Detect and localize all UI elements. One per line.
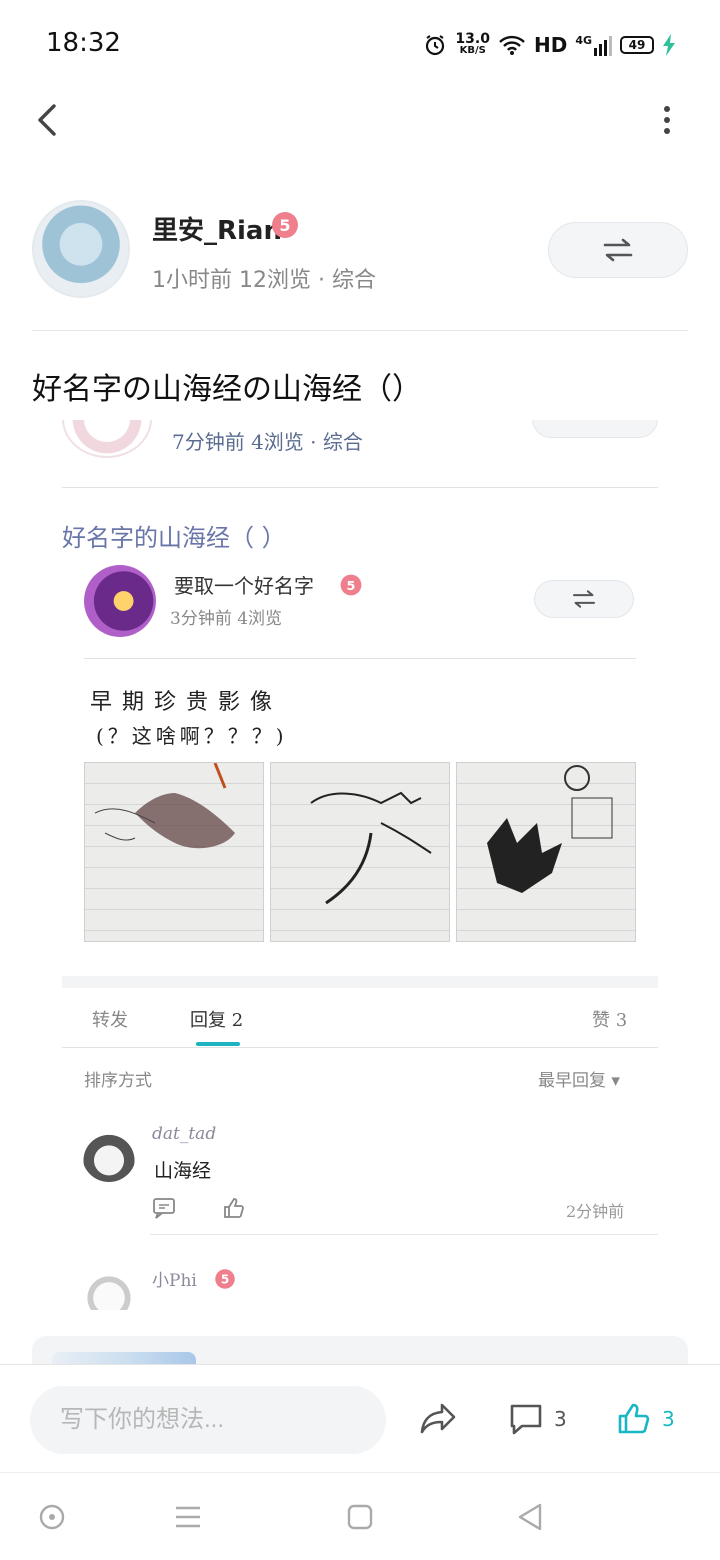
embed-text-line: (？这啥啊？？？) <box>96 724 288 748</box>
status-time: 18:32 <box>46 28 121 58</box>
menu-icon <box>176 1506 200 1528</box>
battery-level: 49 <box>628 38 646 52</box>
net-speed-value: 13.0 <box>455 31 490 47</box>
embed-tab-reply: 回复 2 <box>190 1010 244 1031</box>
divider <box>62 487 658 488</box>
triangle-back-icon <box>518 1503 542 1531</box>
embed-repost-button <box>532 420 658 438</box>
comment-icon <box>153 1198 175 1219</box>
author-avatar[interactable] <box>32 200 130 298</box>
comment-user: dat_tad <box>152 1124 217 1144</box>
chevron-left-icon <box>38 104 56 136</box>
net-speed: 13.0 KB/S <box>455 31 490 57</box>
caret-down-icon: ▾ <box>611 1071 620 1091</box>
comment-avatar <box>82 1128 136 1182</box>
share-icon <box>420 1403 456 1434</box>
swap-icon <box>573 590 595 608</box>
embed-tab-forward: 转发 <box>92 1010 128 1031</box>
swap-icon <box>603 238 633 262</box>
comment-button[interactable]: 3 <box>508 1399 567 1439</box>
comment-count: 3 <box>554 1407 567 1431</box>
signal-icon: 4G <box>575 34 612 56</box>
divider <box>32 330 688 331</box>
embed-author-meta: 3分钟前 4浏览 <box>170 609 283 629</box>
comment-text: 山海经 <box>154 1160 212 1182</box>
embed-swap-button <box>534 580 634 618</box>
wifi-icon <box>499 35 525 55</box>
comment-time: 2分钟前 <box>566 1202 625 1221</box>
circle-dot-icon <box>39 1504 65 1530</box>
post-image[interactable]: 7分钟前 4浏览 · 综合 好名字的山海经（ ） 要取一个好名字 5 3分钟前 … <box>32 420 688 1310</box>
nav-menu-button[interactable] <box>172 1501 204 1533</box>
hd-label: HD <box>533 33 568 57</box>
sketch-image <box>270 762 450 942</box>
thumb-up-icon <box>618 1403 650 1434</box>
comment-input[interactable] <box>30 1386 386 1454</box>
system-nav-bar <box>0 1472 720 1560</box>
sort-value-text: 最早回复 <box>538 1071 606 1091</box>
comment-avatar <box>82 1270 136 1310</box>
nav-back-button[interactable] <box>514 1501 546 1533</box>
author-level-badge: 5 <box>272 212 298 238</box>
repost-button[interactable] <box>548 222 688 278</box>
section-band <box>62 976 658 988</box>
embed-text-line: 早期珍贵影像 <box>90 690 283 715</box>
more-vertical-icon <box>664 106 670 134</box>
divider <box>84 658 636 659</box>
status-icons: 13.0 KB/S HD 4G 49 <box>423 30 676 60</box>
embed-author-name: 要取一个好名字 <box>174 574 314 598</box>
embed-tab-like: 赞 3 <box>592 1010 628 1031</box>
sketch-image <box>456 762 636 942</box>
bottom-action-bar: 3 3 <box>0 1364 720 1472</box>
embed-level-badge: 5 <box>340 574 362 596</box>
comment-level-badge: 5 <box>215 1269 235 1289</box>
sketch-image <box>84 762 264 942</box>
embed-author-avatar <box>84 565 156 637</box>
comment-icon <box>510 1404 542 1435</box>
author-name[interactable]: 里安_Rian <box>152 210 282 247</box>
square-icon <box>347 1504 373 1530</box>
embed-post-title: 好名字的山海经（ ） <box>62 524 286 552</box>
comment-user: 小Phi <box>152 1271 197 1291</box>
tab-indicator <box>196 1042 240 1046</box>
post-meta: 1小时前 12浏览 · 综合 <box>152 268 376 293</box>
sort-value: 最早回复 ▾ <box>538 1066 620 1091</box>
battery-icon: 49 <box>620 36 654 54</box>
embed-avatar <box>62 420 152 458</box>
status-bar: 18:32 13.0 KB/S HD 4G 49 <box>0 0 720 88</box>
alarm-icon <box>426 35 445 56</box>
back-button[interactable] <box>30 100 70 140</box>
net-speed-unit: KB/S <box>459 45 486 56</box>
embed-meta: 7分钟前 4浏览 · 综合 <box>172 430 363 454</box>
post-title: 好名字の山海经の山海经（） <box>32 372 422 407</box>
thumb-up-icon <box>224 1198 244 1218</box>
more-button[interactable] <box>652 100 682 140</box>
share-button[interactable] <box>418 1399 458 1439</box>
network-label: 4G <box>575 34 592 47</box>
sort-label: 排序方式 <box>84 1071 152 1091</box>
nav-home-button[interactable] <box>344 1501 376 1533</box>
nav-assistant-button[interactable] <box>36 1501 68 1533</box>
divider <box>150 1234 658 1235</box>
like-count: 3 <box>662 1407 675 1431</box>
charging-icon <box>663 34 675 56</box>
like-button[interactable]: 3 <box>616 1399 675 1439</box>
divider <box>62 1047 658 1048</box>
